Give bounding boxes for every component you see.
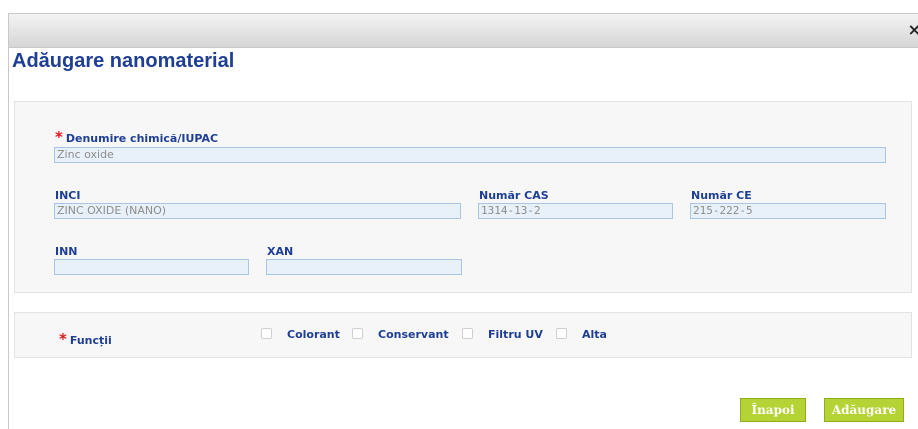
required-marker: * [59, 330, 67, 348]
functions-label-text: Funcții [69, 334, 112, 347]
ce-number-input[interactable]: 215-222-5 [690, 203, 886, 219]
page-title: Adăugare nanomaterial [12, 50, 235, 72]
conservant-checkbox[interactable] [352, 328, 363, 339]
add-button[interactable]: Adăugare [824, 398, 904, 422]
chemical-name-label: * Denumire chimică/IUPAC [55, 128, 218, 146]
cas-label: Număr CAS [479, 189, 549, 202]
inci-input[interactable]: ZINC OXIDE (NANO) [54, 203, 461, 219]
uv-filter-checkbox[interactable] [462, 328, 473, 339]
conservant-label: Conservant [378, 328, 449, 341]
close-icon[interactable]: × [908, 22, 918, 38]
other-label: Alta [582, 328, 607, 341]
back-button[interactable]: Înapoi [740, 398, 806, 422]
colorant-checkbox[interactable] [261, 328, 272, 339]
xan-input[interactable] [266, 259, 462, 275]
colorant-label: Colorant [287, 328, 340, 341]
required-marker: * [55, 128, 63, 146]
chemical-name-label-text: Denumire chimică/IUPAC [65, 132, 219, 145]
inn-label: INN [55, 245, 78, 258]
chemical-name-input[interactable]: Zinc oxide [54, 147, 886, 163]
cas-number-input[interactable]: 1314-13-2 [478, 203, 673, 219]
inn-input[interactable] [54, 259, 249, 275]
inci-label: INCI [55, 189, 81, 202]
xan-label: XAN [267, 245, 294, 258]
ce-label: Număr CE [691, 189, 752, 202]
dialog-titlebar: × [9, 14, 918, 48]
other-checkbox[interactable] [556, 328, 567, 339]
functions-label: * Funcții [59, 330, 112, 348]
uv-filter-label: Filtru UV [488, 328, 543, 341]
